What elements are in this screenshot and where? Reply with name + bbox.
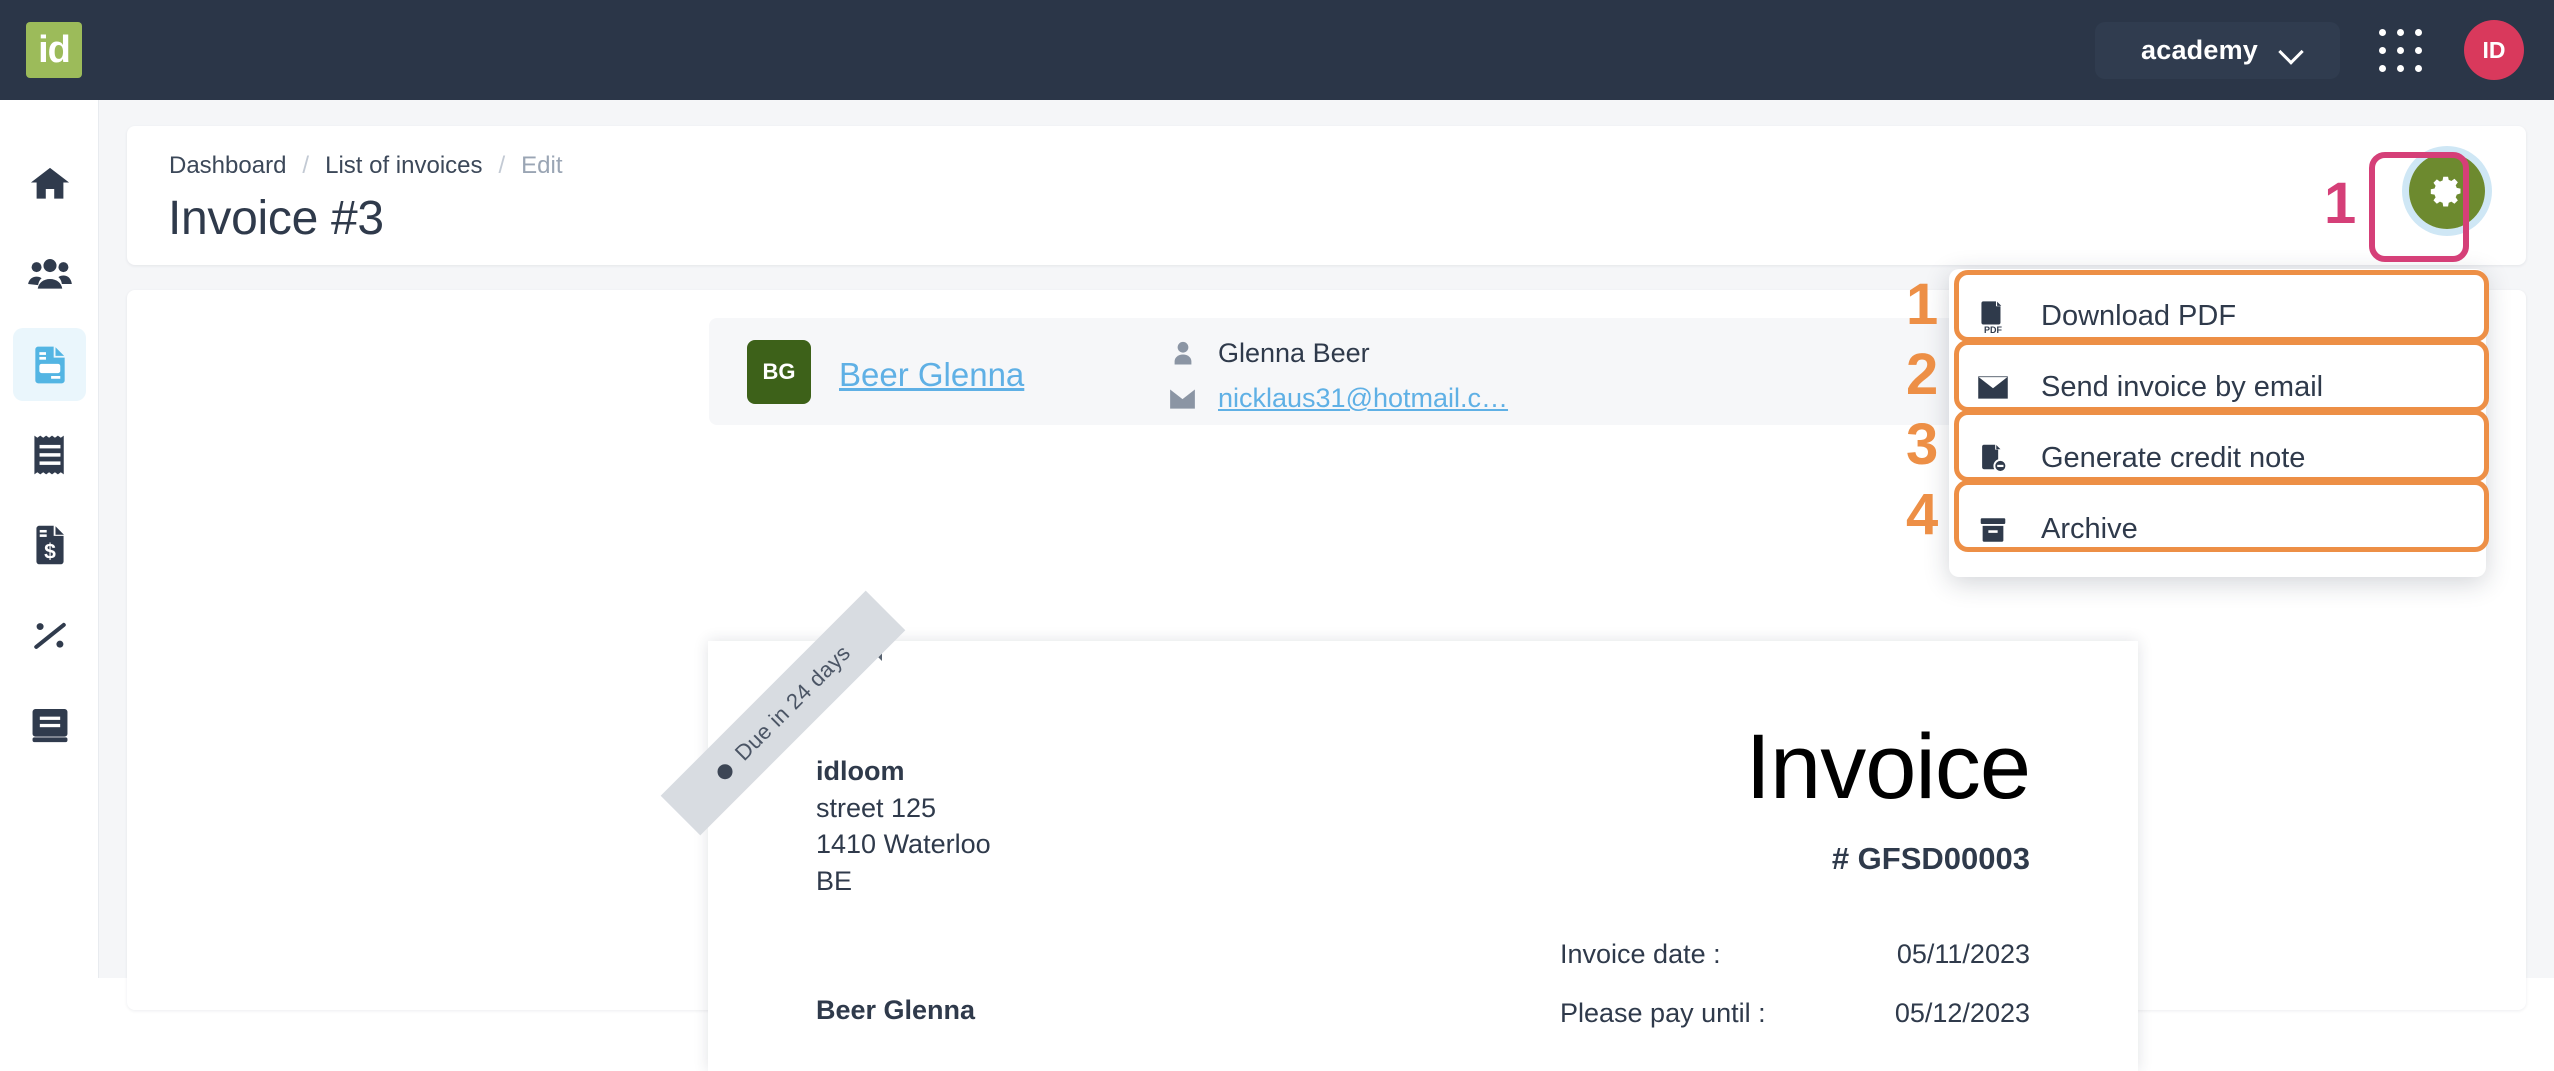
issuer-country: BE xyxy=(816,863,991,900)
envelope-icon xyxy=(1975,375,2011,400)
customer-contact-name-row: Glenna Beer xyxy=(1169,336,1508,371)
file-dollar-icon: $ xyxy=(29,523,71,567)
menu-item-label: Send invoice by email xyxy=(2041,371,2323,404)
menu-item-generate-credit-note[interactable]: Generate credit note xyxy=(1949,423,2486,494)
users-icon xyxy=(27,251,73,297)
menu-item-send-invoice-by-email[interactable]: Send invoice by email xyxy=(1949,352,2486,423)
sidebar-item-contacts[interactable] xyxy=(13,237,86,310)
customer-avatar: BG xyxy=(747,340,811,404)
breadcrumb-item-edit: Edit xyxy=(521,152,562,180)
account-switcher[interactable]: academy xyxy=(2095,22,2340,79)
account-name: academy xyxy=(2141,35,2258,66)
invoice-heading: Invoice xyxy=(1746,721,2031,813)
sidebar-item-ledger[interactable] xyxy=(13,688,86,761)
breadcrumb-item-list-of-invoices[interactable]: List of invoices xyxy=(325,152,482,180)
customer-contact-name: Glenna Beer xyxy=(1218,338,1370,369)
app-logo[interactable]: id xyxy=(26,22,82,78)
invoice-date-row: Invoice date : 05/11/2023 xyxy=(1560,939,2030,970)
issuer-city: 1410 Waterloo xyxy=(816,826,991,863)
avatar[interactable]: ID xyxy=(2464,20,2524,80)
receipt-icon xyxy=(30,433,70,477)
pay-until-value: 05/12/2023 xyxy=(1895,998,2030,1029)
breadcrumb: Dashboard / List of invoices / Edit xyxy=(169,152,563,180)
apps-grid-icon[interactable] xyxy=(2376,26,2424,74)
chevron-down-icon xyxy=(2280,43,2304,57)
gear-icon xyxy=(2409,153,2485,229)
ribbon-tail-top xyxy=(862,641,882,661)
sidebar-item-invoices[interactable] xyxy=(13,328,86,401)
percent-icon xyxy=(28,613,72,657)
recipient-name: Beer Glenna xyxy=(816,995,975,1026)
customer-summary-bar: BG Beer Glenna Glenna Beer xyxy=(709,318,1969,425)
issuer-street: street 125 xyxy=(816,790,991,827)
menu-item-archive[interactable]: Archive xyxy=(1949,494,2486,565)
issuer-address-block: idloom street 125 1410 Waterloo BE xyxy=(816,753,991,900)
book-icon xyxy=(28,705,72,745)
breadcrumb-item-dashboard[interactable]: Dashboard xyxy=(169,152,286,180)
svg-text:PDF: PDF xyxy=(1984,324,2002,333)
pay-until-label: Please pay until : xyxy=(1560,998,1766,1029)
customer-name-link[interactable]: Beer Glenna xyxy=(839,356,1024,394)
customer-email-row: nicklaus31@hotmail.c… xyxy=(1169,381,1508,416)
annotation-number-gear: 1 xyxy=(2324,175,2356,233)
annotation-number-item-1: 1 xyxy=(1906,276,1938,334)
svg-text:$: $ xyxy=(44,540,56,563)
invoice-document: Due in 24 days idloom street 125 1410 Wa… xyxy=(708,641,2138,1071)
ribbon-tail-left xyxy=(708,795,728,815)
sidebar: $ xyxy=(0,100,99,978)
menu-item-label: Generate credit note xyxy=(2041,442,2305,475)
top-bar: id academy ID xyxy=(0,0,2554,100)
menu-item-label: Archive xyxy=(2041,513,2138,546)
page-header-card: Dashboard / List of invoices / Edit Invo… xyxy=(127,126,2526,265)
actions-dropdown-menu: PDF Download PDF Send invoice by email xyxy=(1949,269,2486,577)
envelope-icon xyxy=(1169,388,1196,410)
page-title: Invoice #3 xyxy=(168,191,384,246)
customer-email-link[interactable]: nicklaus31@hotmail.c… xyxy=(1218,383,1508,414)
menu-item-download-pdf[interactable]: PDF Download PDF xyxy=(1949,281,2486,352)
invoice-date-label: Invoice date : xyxy=(1560,939,1721,970)
issuer-company: idloom xyxy=(816,753,991,790)
file-pdf-icon: PDF xyxy=(1975,300,2011,334)
main-content: Dashboard / List of invoices / Edit Invo… xyxy=(99,100,2554,978)
invoice-meta-table: Invoice date : 05/11/2023 Please pay unt… xyxy=(1560,939,2030,1057)
topbar-right-group: academy ID xyxy=(2095,0,2524,100)
menu-item-label: Download PDF xyxy=(2041,300,2236,333)
person-icon xyxy=(1169,340,1196,368)
actions-gear-button[interactable] xyxy=(2409,153,2485,229)
archive-box-icon xyxy=(1975,515,2011,545)
annotation-number-item-2: 2 xyxy=(1906,346,1938,404)
invoice-number: # GFSD00003 xyxy=(1832,841,2030,877)
home-icon xyxy=(28,162,72,206)
file-minus-icon xyxy=(1975,442,2011,476)
pay-until-row: Please pay until : 05/12/2023 xyxy=(1560,998,2030,1029)
invoice-date-value: 05/11/2023 xyxy=(1897,939,2030,970)
customer-contact-rows: Glenna Beer nicklaus31@hotmail.c… xyxy=(1169,336,1508,416)
sidebar-item-payments[interactable]: $ xyxy=(13,508,86,581)
breadcrumb-separator: / xyxy=(302,152,309,180)
annotation-number-item-3: 3 xyxy=(1906,416,1938,474)
breadcrumb-separator: / xyxy=(499,152,506,180)
sidebar-item-dashboard[interactable] xyxy=(13,147,86,220)
sidebar-item-discounts[interactable] xyxy=(13,598,86,671)
annotation-number-item-4: 4 xyxy=(1906,486,1938,544)
due-ribbon-text: Due in 24 days xyxy=(730,640,856,766)
status-dot xyxy=(714,761,735,782)
sidebar-item-receipts[interactable] xyxy=(13,418,86,491)
file-invoice-icon xyxy=(28,343,72,387)
